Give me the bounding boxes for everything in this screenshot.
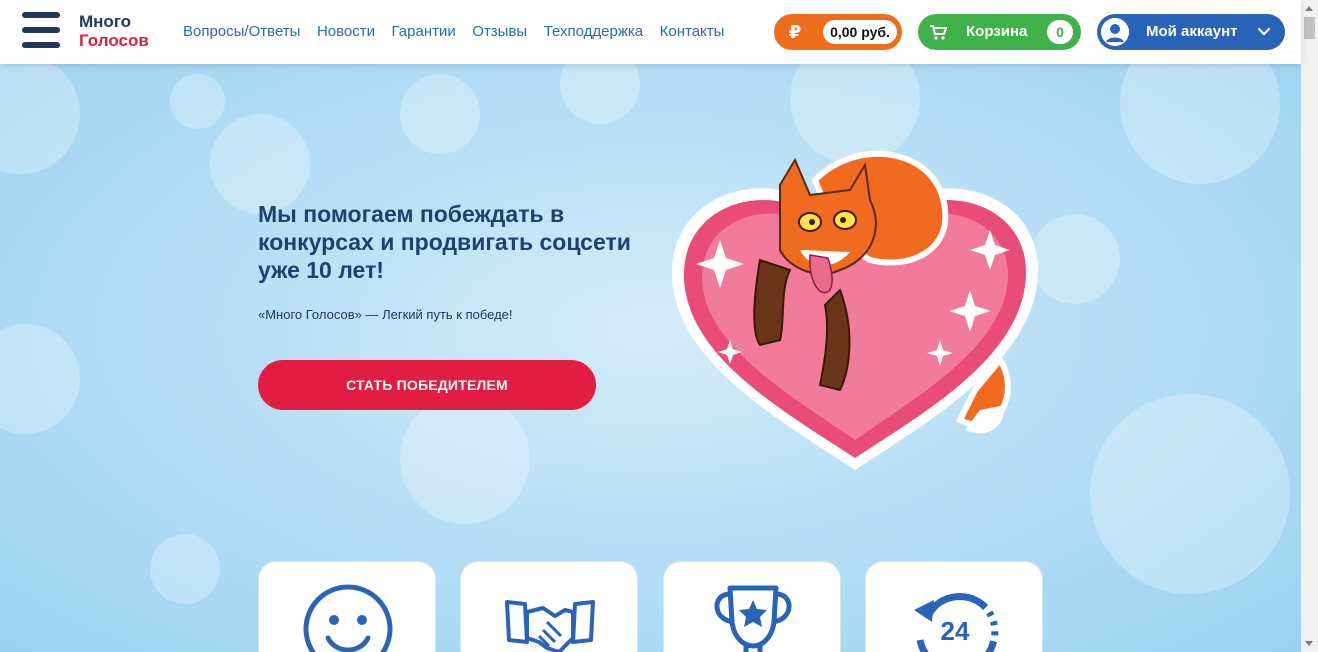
nav-faq[interactable]: Вопросы/Ответы	[183, 23, 300, 40]
clock-24-icon: 24	[914, 593, 999, 652]
hero-section: Мы помогаем побеждать в конкурсах и прод…	[0, 64, 1301, 652]
scroll-down-arrow[interactable]	[1305, 641, 1313, 646]
hero-subline: «Много Голосов» — Легкий путь к победе!	[258, 307, 513, 322]
user-icon	[1101, 18, 1129, 46]
logo[interactable]: Много Голосов	[79, 12, 149, 50]
menu-icon[interactable]	[22, 12, 60, 48]
cart-button[interactable]: Корзина 0	[918, 14, 1081, 50]
become-winner-button[interactable]: СТАТЬ ПОБЕДИТЕЛЕМ	[258, 360, 596, 410]
main-nav: Вопросы/Ответы Новости Гарантии Отзывы Т…	[183, 23, 741, 40]
background-bubble	[1090, 394, 1290, 594]
logo-line1: Много	[79, 12, 132, 31]
smiley-icon	[303, 584, 393, 652]
fox-heart-illustration	[671, 150, 1038, 470]
handshake-icon	[505, 600, 595, 652]
scroll-thumb[interactable]	[1304, 17, 1315, 39]
account-button[interactable]: Мой аккаунт	[1097, 14, 1285, 50]
svg-text:24: 24	[941, 616, 970, 646]
background-bubble	[210, 114, 310, 214]
nav-support[interactable]: Техподдержка	[544, 23, 643, 40]
top-header: Много Голосов Вопросы/Ответы Новости Гар…	[0, 0, 1301, 64]
balance-amount: 0,00 руб.	[823, 20, 897, 44]
background-bubble	[400, 74, 480, 154]
cart-count-badge: 0	[1047, 20, 1073, 44]
background-bubble	[150, 534, 220, 604]
account-label: Мой аккаунт	[1146, 23, 1238, 40]
cart-label: Корзина	[966, 23, 1028, 40]
cart-icon	[926, 20, 950, 44]
nav-news[interactable]: Новости	[317, 23, 375, 40]
logo-line2: Голосов	[79, 31, 149, 50]
chevron-down-icon	[1257, 27, 1271, 36]
nav-guarantees[interactable]: Гарантии	[392, 23, 456, 40]
background-bubble	[170, 74, 225, 129]
feature-card	[258, 561, 436, 652]
trophy-icon	[714, 585, 792, 652]
hero-headline: Мы помогаем побеждать в конкурсах и прод…	[258, 201, 631, 283]
background-bubble	[560, 64, 640, 124]
feature-card	[663, 561, 841, 652]
background-bubble	[1120, 64, 1280, 184]
ruble-icon: ₽	[783, 20, 807, 44]
nav-contacts[interactable]: Контакты	[660, 23, 725, 40]
background-bubble	[0, 64, 80, 174]
balance-button[interactable]: ₽ 0,00 руб.	[774, 14, 902, 50]
background-bubble	[0, 324, 80, 434]
nav-reviews[interactable]: Отзывы	[472, 23, 527, 40]
feature-card: 24	[865, 561, 1043, 652]
feature-card	[460, 561, 638, 652]
page-scrollbar[interactable]	[1301, 0, 1318, 652]
background-bubble	[400, 394, 530, 524]
scroll-up-arrow[interactable]	[1305, 6, 1313, 11]
